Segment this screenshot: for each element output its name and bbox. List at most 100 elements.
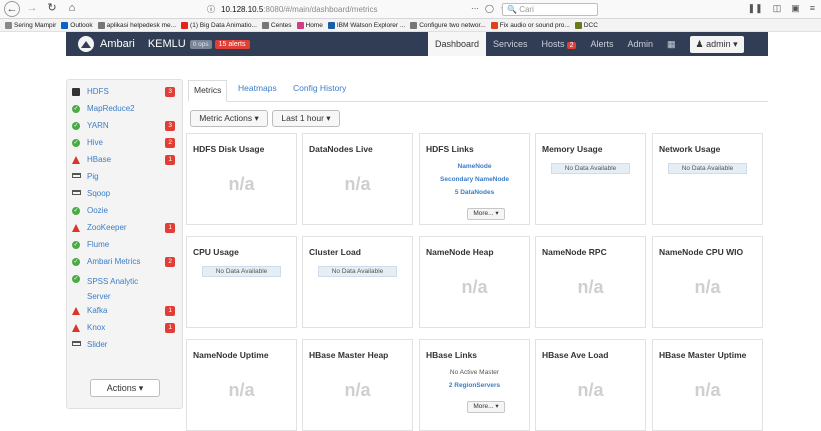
alert-count-badge[interactable]: 2: [165, 138, 175, 148]
bookmark-item[interactable]: Outlook: [61, 21, 93, 29]
widget-value: n/a: [577, 380, 604, 400]
sidebar-item-ambari-metrics[interactable]: ✓ Ambari Metrics 2: [67, 255, 184, 271]
sidebar-item-mapreduce2[interactable]: ✓ MapReduce2: [67, 102, 184, 118]
widget-namenode-cpu-wio[interactable]: NameNode CPU WIO n/a: [652, 236, 763, 328]
bookmark-item[interactable]: Home: [296, 21, 323, 29]
widget-hbase-ave-load[interactable]: HBase Ave Load n/a: [535, 339, 646, 431]
sidebar-item-kafka[interactable]: Kafka 1: [67, 304, 184, 320]
nav-hosts[interactable]: Hosts 2: [535, 32, 584, 56]
bookmark-item[interactable]: (1) Big Data Animatio...: [181, 21, 257, 29]
sidebar-item-zookeeper[interactable]: ZooKeeper 1: [67, 221, 184, 237]
widget-hbase-master-uptime[interactable]: HBase Master Uptime n/a: [652, 339, 763, 431]
extension-icon[interactable]: ▣: [791, 3, 800, 14]
alert-count-badge[interactable]: 1: [165, 155, 175, 165]
alert-count-badge[interactable]: 2: [165, 257, 175, 267]
bookmark-item[interactable]: DCC: [574, 21, 598, 29]
actions-button[interactable]: Actions ▾: [90, 379, 160, 397]
widget-hbase-links[interactable]: HBase Links No Active Master 2 RegionServe…: [419, 339, 530, 431]
tab-config-history[interactable]: Config History: [293, 83, 346, 93]
widget-cpu-usage[interactable]: CPU Usage No Data Available: [186, 236, 297, 328]
sidebar-item-spss-analytic-server[interactable]: ✓ SPSS Analytic Server: [67, 272, 184, 301]
home-icon[interactable]: ⌂: [64, 1, 80, 17]
nav-dashboard[interactable]: Dashboard: [428, 32, 487, 56]
sidebar-item-label: Flume: [87, 240, 110, 249]
bookmark-icon: [5, 21, 12, 29]
sidebar-item-label: HDFS: [87, 87, 109, 96]
page-actions-icon[interactable]: ⋯: [471, 4, 479, 13]
sidebar-item-knox[interactable]: Knox 1: [67, 321, 184, 337]
widget-namenode-heap[interactable]: NameNode Heap n/a: [419, 236, 530, 328]
widget-title: Cluster Load: [309, 247, 361, 257]
sidebar-item-yarn[interactable]: ✓ YARN 3: [67, 119, 184, 135]
widget-hbase-master-heap[interactable]: HBase Master Heap n/a: [302, 339, 413, 431]
widget-hdfs-links[interactable]: HDFS Links NameNode Secondary NameNode 5 Da…: [419, 133, 530, 225]
more-dropdown-button[interactable]: More... ▾: [467, 401, 505, 413]
search-input[interactable]: 🔍 Cari: [502, 3, 598, 16]
alert-count-badge[interactable]: 3: [165, 87, 175, 97]
widget-link[interactable]: 2 RegionServers: [420, 382, 529, 389]
sidebar-item-slider[interactable]: Slider: [67, 338, 184, 354]
menu-icon[interactable]: ≡: [810, 3, 815, 14]
bookmark-item[interactable]: aplikasi helpedesk me...: [97, 21, 176, 29]
ambari-logo-icon[interactable]: [78, 36, 94, 52]
sidebar-item-hbase[interactable]: HBase 1: [67, 153, 184, 169]
user-menu-button[interactable]: ♟ admin ▾: [689, 35, 744, 53]
alert-warning-icon: [72, 307, 80, 315]
no-data-label: No Data Available: [202, 266, 281, 277]
bookmark-item[interactable]: Configure two networ...: [410, 21, 486, 29]
back-icon[interactable]: ←: [4, 1, 20, 17]
library-icon[interactable]: ❚❚: [748, 3, 763, 14]
nav-alerts[interactable]: Alerts: [583, 32, 620, 56]
widget-link[interactable]: 5 DataNodes: [420, 189, 529, 196]
widget-link[interactable]: NameNode: [420, 163, 529, 170]
widget-namenode-rpc[interactable]: NameNode RPC n/a: [535, 236, 646, 328]
info-icon[interactable]: ⓘ: [207, 4, 215, 15]
sidebar-item-oozie[interactable]: ✓ Oozie: [67, 204, 184, 220]
bookmark-item[interactable]: Sering Mampir: [5, 21, 56, 29]
widget-link[interactable]: Secondary NameNode: [420, 176, 529, 183]
time-range-button[interactable]: Last 1 hour ▾: [272, 110, 340, 127]
widget-hdfs-disk-usage[interactable]: HDFS Disk Usage n/a: [186, 133, 297, 225]
bookmark-icon: [574, 21, 582, 29]
sidebar-icon[interactable]: ◫: [773, 3, 782, 14]
bookmark-label: DCC: [583, 21, 598, 29]
bookmark-label: Outlook: [70, 21, 93, 29]
nav-services[interactable]: Services: [486, 32, 535, 56]
metric-actions-button[interactable]: Metric Actions ▾: [190, 110, 268, 127]
bookmark-icon: [296, 21, 304, 29]
alert-count-badge[interactable]: 1: [165, 223, 175, 233]
sidebar-item-pig[interactable]: Pig: [67, 170, 184, 186]
sidebar-item-hive[interactable]: ✓ Hive 2: [67, 136, 184, 152]
sidebar-item-flume[interactable]: ✓ Flume: [67, 238, 184, 254]
bookmark-item[interactable]: Centes: [261, 21, 292, 29]
sidebar-item-hdfs[interactable]: HDFS 3: [67, 85, 184, 101]
widget-namenode-uptime[interactable]: NameNode Uptime n/a: [186, 339, 297, 431]
views-icon[interactable]: ▦: [660, 32, 683, 56]
reload-icon[interactable]: ↻: [44, 1, 60, 17]
bookmark-label: Centes: [270, 21, 292, 29]
ops-badge[interactable]: 0 ops: [189, 39, 212, 49]
alert-count-badge[interactable]: 1: [165, 323, 175, 333]
bookmark-item[interactable]: IBM Watson Explorer ...: [327, 21, 405, 29]
sidebar-item-label: SPSS Analytic Server: [87, 277, 139, 301]
alerts-badge[interactable]: 15 alerts: [214, 39, 250, 49]
nav-admin[interactable]: Admin: [620, 32, 660, 56]
alert-count-badge[interactable]: 3: [165, 121, 175, 131]
more-dropdown-button[interactable]: More... ▾: [467, 208, 505, 220]
widget-datanodes-live[interactable]: DataNodes Live n/a: [302, 133, 413, 225]
forward-icon[interactable]: →: [24, 1, 40, 17]
bookmarks-toolbar: Sering Mampir Outlook aplikasi helpedesk m…: [0, 19, 821, 32]
status-ok-icon: ✓: [72, 122, 80, 130]
widget-memory-usage[interactable]: Memory Usage No Data Available: [535, 133, 646, 225]
bookmark-label: (1) Big Data Animatio...: [190, 21, 257, 29]
tab-metrics[interactable]: Metrics: [188, 80, 228, 102]
tab-heatmaps[interactable]: Heatmaps: [238, 83, 277, 93]
widget-network-usage[interactable]: Network Usage No Data Available: [652, 133, 763, 225]
bookmark-item[interactable]: Fix audio or sound pro...: [490, 21, 570, 29]
pocket-icon[interactable]: ◯: [485, 4, 494, 13]
widget-title: HBase Master Heap: [309, 350, 389, 360]
alert-count-badge[interactable]: 1: [165, 306, 175, 316]
brand[interactable]: Ambari: [100, 38, 135, 50]
sidebar-item-sqoop[interactable]: Sqoop: [67, 187, 184, 203]
widget-cluster-load[interactable]: Cluster Load No Data Available: [302, 236, 413, 328]
